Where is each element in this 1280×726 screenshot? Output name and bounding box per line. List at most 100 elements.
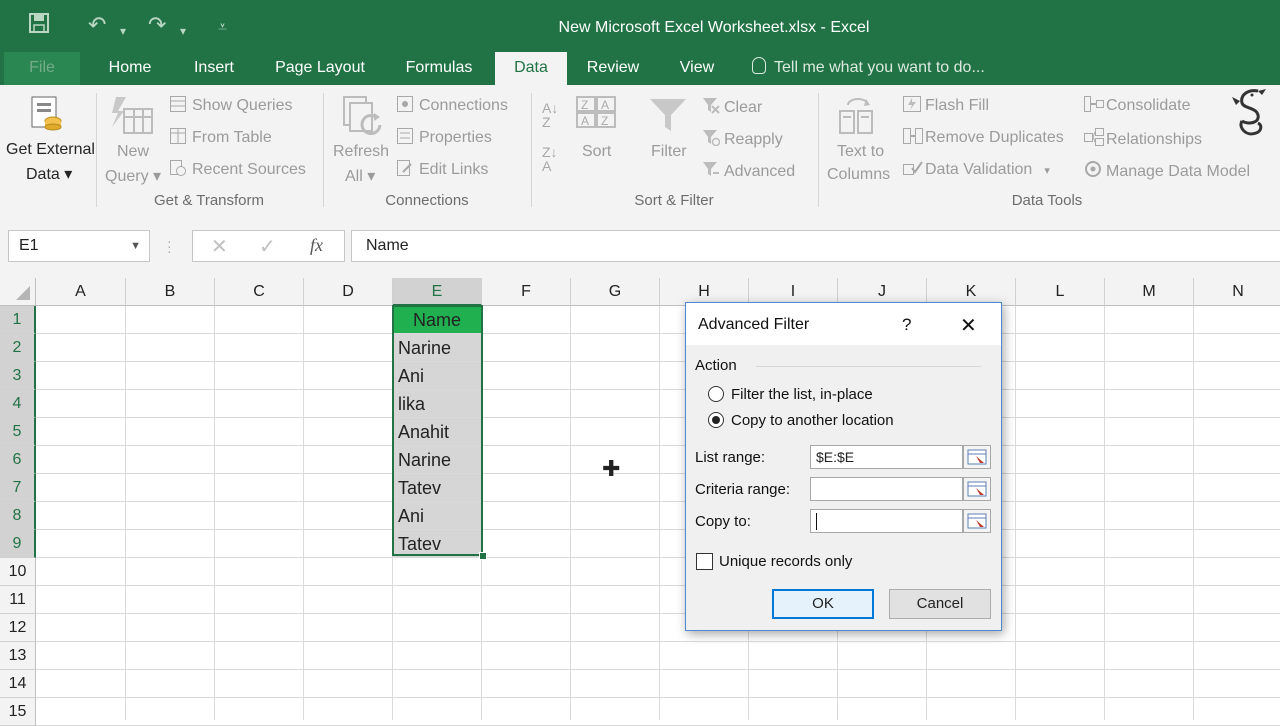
- column-header-d[interactable]: D: [304, 278, 393, 306]
- manage-data-model-button[interactable]: Manage Data Model: [1084, 160, 1250, 181]
- properties-button[interactable]: Properties: [397, 128, 492, 147]
- show-queries-button[interactable]: Show Queries: [170, 96, 293, 115]
- row-header-15[interactable]: 15: [0, 698, 36, 726]
- row-header-12[interactable]: 12: [0, 614, 36, 642]
- copy-to-collapse-icon[interactable]: [963, 509, 991, 533]
- row-header-8[interactable]: 8: [0, 502, 36, 530]
- copy-to-location-radio[interactable]: [708, 412, 724, 428]
- row-header-14[interactable]: 14: [0, 670, 36, 698]
- ok-button[interactable]: OK: [772, 589, 874, 619]
- row-header-3[interactable]: 3: [0, 362, 36, 390]
- select-all-corner[interactable]: [0, 278, 36, 306]
- column-header-e[interactable]: E: [393, 278, 482, 306]
- row-header-2[interactable]: 2: [0, 334, 36, 362]
- gridline-vertical: [303, 306, 304, 720]
- edit-links-button[interactable]: Edit Links: [397, 160, 488, 179]
- advanced-button[interactable]: Advanced: [702, 160, 795, 181]
- recent-sources-button[interactable]: Recent Sources: [170, 160, 306, 179]
- filter-in-place-radio[interactable]: [708, 386, 724, 402]
- tab-file[interactable]: File: [4, 52, 80, 85]
- tab-view[interactable]: View: [666, 52, 728, 85]
- insert-function-icon[interactable]: fx: [310, 235, 323, 256]
- column-header-a[interactable]: A: [36, 278, 126, 306]
- cell-e3[interactable]: Ani: [393, 362, 481, 389]
- clear-button[interactable]: Clear: [702, 96, 762, 117]
- remove-duplicates-icon: [903, 128, 923, 144]
- flash-fill-button[interactable]: Flash Fill: [903, 96, 989, 115]
- row-header-5[interactable]: 5: [0, 418, 36, 446]
- gridline-horizontal: [36, 445, 1280, 446]
- connections-button[interactable]: Connections: [397, 96, 508, 115]
- tab-page-layout[interactable]: Page Layout: [262, 52, 378, 85]
- column-header-n[interactable]: N: [1194, 278, 1280, 306]
- data-validation-dropdown-icon[interactable]: ▾: [1044, 165, 1050, 177]
- relationships-button[interactable]: Relationships: [1084, 128, 1202, 149]
- consolidate-button[interactable]: Consolidate: [1084, 96, 1191, 115]
- cell-e1-header[interactable]: Name: [393, 306, 481, 333]
- name-box[interactable]: E1 ▼: [8, 230, 150, 262]
- remove-duplicates-button[interactable]: Remove Duplicates: [903, 128, 1064, 147]
- formula-input[interactable]: Name: [351, 230, 1280, 262]
- tab-review[interactable]: Review: [576, 52, 650, 85]
- tab-formulas[interactable]: Formulas: [392, 52, 486, 85]
- tab-insert[interactable]: Insert: [180, 52, 248, 85]
- criteria-range-input[interactable]: [810, 477, 963, 501]
- tell-me-box[interactable]: Tell me what you want to do...: [752, 52, 985, 84]
- window-title: New Microsoft Excel Worksheet.xlsx - Exc…: [558, 19, 870, 36]
- copy-to-location-label[interactable]: Copy to another location: [731, 412, 894, 429]
- list-range-input[interactable]: $E:$E: [810, 445, 963, 469]
- cell-e4[interactable]: lika: [393, 390, 481, 417]
- worksheet-grid[interactable]: ABCDEFGHIJKLMN 1 2 3 4 5 6 7 8 9 10 11 12 13 14 15 Nam…: [0, 278, 1280, 726]
- data-validation-icon: [903, 160, 923, 176]
- cancel-entry-icon[interactable]: ✕: [211, 234, 228, 259]
- column-header-b[interactable]: B: [126, 278, 215, 306]
- copy-to-input[interactable]: [810, 509, 963, 533]
- row-header-1[interactable]: 1: [0, 306, 36, 334]
- row-header-7[interactable]: 7: [0, 474, 36, 502]
- cell-e2[interactable]: Narine: [393, 334, 481, 361]
- filter-in-place-label[interactable]: Filter the list, in-place: [731, 386, 873, 403]
- unique-records-label[interactable]: Unique records only: [719, 553, 852, 570]
- refresh-label-1: Refresh: [333, 143, 390, 160]
- list-range-collapse-icon[interactable]: [963, 445, 991, 469]
- data-validation-button[interactable]: Data Validation ▾: [903, 160, 1050, 179]
- sort-z-to-a-icon[interactable]: Z↓ A: [542, 145, 558, 173]
- get-external-label-2: Data ▾: [26, 166, 73, 183]
- gridline-vertical: [570, 306, 571, 720]
- unique-records-checkbox[interactable]: [696, 553, 713, 570]
- row-header-11[interactable]: 11: [0, 586, 36, 614]
- criteria-range-collapse-icon[interactable]: [963, 477, 991, 501]
- cell-e6[interactable]: Narine: [393, 446, 481, 473]
- formula-bar: E1 ▼ · · · ✕ ✓ fx Name: [0, 212, 1280, 278]
- confirm-entry-icon[interactable]: ✓: [259, 234, 276, 259]
- cell-e7[interactable]: Tatev: [393, 474, 481, 501]
- row-header-6[interactable]: 6: [0, 446, 36, 474]
- tab-home[interactable]: Home: [92, 52, 168, 85]
- cell-e5[interactable]: Anahit: [393, 418, 481, 445]
- row-header-10[interactable]: 10: [0, 558, 36, 586]
- row-header-13[interactable]: 13: [0, 642, 36, 670]
- column-header-c[interactable]: C: [215, 278, 304, 306]
- group-label-connections: Connections: [385, 192, 469, 209]
- name-box-dropdown-icon[interactable]: ▼: [130, 231, 141, 261]
- from-table-button[interactable]: From Table: [170, 128, 272, 147]
- row-header-9[interactable]: 9: [0, 530, 36, 558]
- sort-a-to-z-icon[interactable]: A↓ Z: [542, 101, 558, 129]
- tell-me-text: Tell me what you want to do...: [774, 59, 985, 76]
- tab-data[interactable]: Data: [495, 52, 567, 85]
- svg-text:Z: Z: [581, 98, 588, 112]
- row-header-4[interactable]: 4: [0, 390, 36, 418]
- column-header-g[interactable]: G: [571, 278, 660, 306]
- from-table-icon: [170, 128, 186, 144]
- column-header-f[interactable]: F: [482, 278, 571, 306]
- reapply-button[interactable]: Reapply: [702, 128, 783, 149]
- edit-links-icon: [397, 160, 413, 176]
- column-header-m[interactable]: M: [1105, 278, 1194, 306]
- cell-e9[interactable]: Tatev: [393, 530, 481, 557]
- fill-handle[interactable]: [479, 552, 487, 560]
- column-header-l[interactable]: L: [1016, 278, 1105, 306]
- cell-e8[interactable]: Ani: [393, 502, 481, 529]
- help-button[interactable]: ?: [902, 315, 911, 335]
- close-icon[interactable]: ✕: [960, 313, 977, 338]
- cancel-button[interactable]: Cancel: [889, 589, 991, 619]
